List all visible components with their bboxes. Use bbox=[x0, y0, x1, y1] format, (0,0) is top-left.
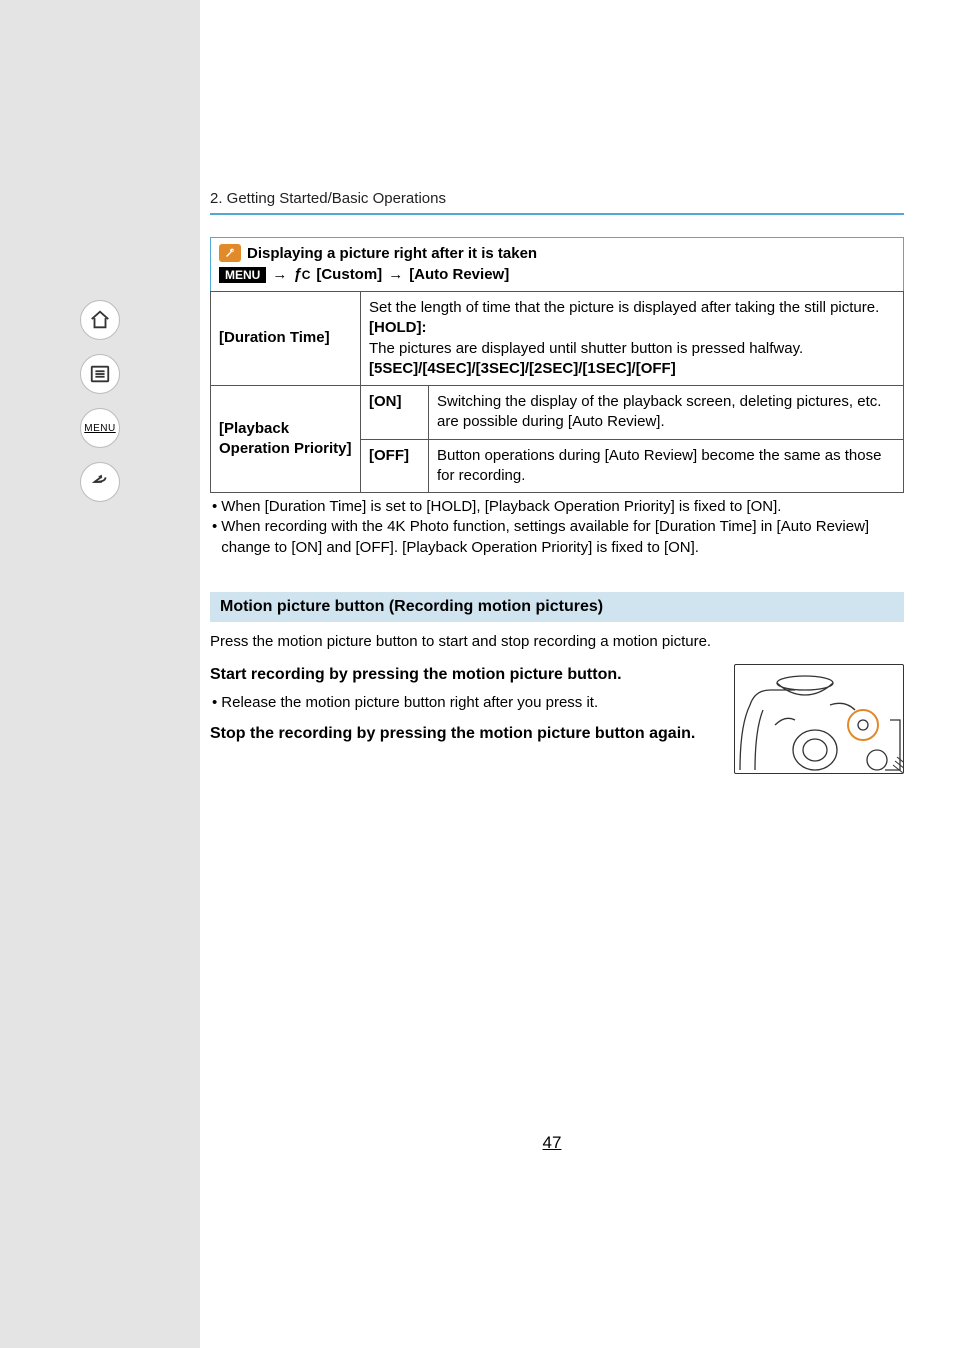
page-number[interactable]: 47 bbox=[200, 1133, 904, 1153]
camera-illustration bbox=[734, 664, 904, 774]
wrench-svg bbox=[223, 247, 237, 259]
opt-on-desc: Switching the display of the playback sc… bbox=[429, 386, 904, 440]
home-icon bbox=[89, 309, 111, 331]
menu-label: MENU bbox=[84, 423, 115, 434]
auto-review-label: [Auto Review] bbox=[409, 266, 509, 283]
section-heading: Motion picture button (Recording motion … bbox=[210, 592, 904, 622]
opt-on: [ON] bbox=[361, 386, 429, 440]
page-root: MENU 2. Getting Started/Basic Operations… bbox=[0, 0, 954, 1348]
callout-title-row: Displaying a picture right after it is t… bbox=[219, 244, 895, 262]
two-column-block: Start recording by pressing the motion p… bbox=[210, 664, 904, 774]
note-2: When recording with the 4K Photo functio… bbox=[210, 517, 904, 558]
release-note: Release the motion picture button right … bbox=[210, 694, 714, 711]
breadcrumb: 2. Getting Started/Basic Operations bbox=[210, 190, 904, 207]
text-column: Start recording by pressing the motion p… bbox=[210, 664, 714, 754]
callout-box: Displaying a picture right after it is t… bbox=[210, 237, 904, 292]
dt-hold: [HOLD]: bbox=[369, 319, 426, 336]
playback-priority-label: [Playback Operation Priority] bbox=[211, 386, 361, 493]
notes-block: When [Duration Time] is set to [HOLD], [… bbox=[210, 497, 904, 558]
main-content: 2. Getting Started/Basic Operations Disp… bbox=[200, 0, 954, 1348]
header-rule bbox=[210, 213, 904, 215]
dt-line1: Set the length of time that the picture … bbox=[369, 299, 879, 316]
stop-instruction: Stop the recording by pressing the motio… bbox=[210, 723, 714, 745]
camera-svg bbox=[735, 665, 904, 774]
opt-off: [OFF] bbox=[361, 439, 429, 493]
nav-home-button[interactable] bbox=[80, 300, 120, 340]
table-row: [Playback Operation Priority] [ON] Switc… bbox=[211, 386, 904, 440]
nav-toc-button[interactable] bbox=[80, 354, 120, 394]
wrench-icon bbox=[219, 244, 241, 262]
duration-time-label: [Duration Time] bbox=[211, 292, 361, 386]
nav-back-button[interactable] bbox=[80, 462, 120, 502]
arrow-1: → bbox=[272, 266, 287, 283]
arrow-2: → bbox=[388, 266, 403, 283]
duration-time-desc: Set the length of time that the picture … bbox=[361, 292, 904, 386]
dt-opts: [5SEC]/[4SEC]/[3SEC]/[2SEC]/[1SEC]/[OFF] bbox=[369, 360, 676, 377]
sidebar-nav: MENU bbox=[0, 0, 200, 1348]
back-arrow-icon bbox=[89, 471, 111, 493]
callout-title-text: Displaying a picture right after it is t… bbox=[247, 245, 537, 262]
table-row: [Duration Time] Set the length of time t… bbox=[211, 292, 904, 386]
fc-icon: ƒC bbox=[293, 266, 310, 283]
custom-label: [Custom] bbox=[316, 266, 382, 283]
menu-path: MENU → ƒC [Custom] → [Auto Review] bbox=[219, 266, 895, 283]
settings-table: [Duration Time] Set the length of time t… bbox=[210, 291, 904, 493]
intro-text: Press the motion picture button to start… bbox=[210, 632, 904, 652]
start-instruction: Start recording by pressing the motion p… bbox=[210, 664, 714, 686]
dt-line2: The pictures are displayed until shutter… bbox=[369, 340, 803, 357]
opt-off-desc: Button operations during [Auto Review] b… bbox=[429, 439, 904, 493]
menu-badge: MENU bbox=[219, 267, 266, 283]
toc-icon bbox=[89, 363, 111, 385]
nav-menu-button[interactable]: MENU bbox=[80, 408, 120, 448]
note-1: When [Duration Time] is set to [HOLD], [… bbox=[210, 497, 904, 517]
